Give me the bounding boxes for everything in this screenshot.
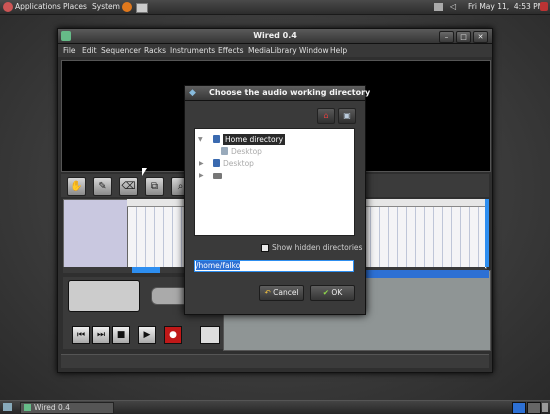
cancel-icon: ↶ — [264, 288, 274, 297]
cancel-button[interactable]: ↶ Cancel — [259, 285, 304, 301]
path-input[interactable]: /home/falko — [194, 260, 354, 272]
tree-item-desktop-child[interactable]: Desktop — [195, 146, 354, 157]
taskbar-app-icon — [24, 404, 31, 411]
play-button[interactable]: ▶ — [138, 326, 156, 344]
menu-instruments[interactable]: Instruments — [170, 46, 215, 55]
mouse-cursor-icon — [142, 168, 147, 176]
menu-window[interactable]: Window — [299, 46, 329, 55]
maximize-button[interactable]: □ — [456, 31, 471, 43]
pencil-tool-icon[interactable]: ✎ — [93, 177, 112, 196]
show-hidden-checkbox[interactable] — [261, 244, 269, 252]
ok-button[interactable]: ✔ OK — [310, 285, 355, 301]
tree-item-label: Desktop — [231, 147, 262, 156]
folder-icon — [213, 159, 220, 167]
track-list[interactable] — [63, 199, 129, 269]
menu-effects[interactable]: Effects — [218, 46, 244, 55]
wired-app-icon: ◆ — [189, 88, 196, 98]
tree-item-label: Home directory — [223, 134, 286, 145]
firefox-launcher-icon[interactable] — [122, 2, 132, 12]
places-menu[interactable]: Places — [63, 2, 87, 11]
dialog-title: Choose the audio working directory — [209, 88, 371, 97]
close-button[interactable]: ✕ — [473, 31, 488, 43]
workspace-switcher-2[interactable] — [527, 402, 541, 414]
taskbar-button-label: Wired 0.4 — [34, 403, 70, 412]
top-panel: Applications Places System ◁ Fri May 11,… — [0, 0, 550, 15]
minimize-button[interactable]: – — [439, 31, 454, 43]
power-icon[interactable] — [540, 2, 548, 11]
show-desktop-icon[interactable] — [3, 403, 12, 411]
home-folder-icon — [213, 135, 220, 143]
directory-tree[interactable]: ▼ Home directory Desktop ▶ Desktop ▶ — [194, 128, 355, 236]
record-button[interactable]: ● — [164, 326, 182, 344]
hand-tool-icon[interactable]: ✋ — [67, 177, 86, 196]
dialog-titlebar[interactable]: ◆ Choose the audio working directory — [185, 86, 370, 101]
bpm-display[interactable] — [68, 280, 140, 312]
menu-sequencer[interactable]: Sequencer — [101, 46, 141, 55]
drive-icon — [213, 173, 222, 179]
network-icon[interactable] — [434, 3, 443, 11]
new-folder-icon[interactable]: ▣ — [338, 108, 356, 124]
menu-edit[interactable]: Edit — [82, 46, 97, 55]
menu-medialibrary[interactable]: MediaLibrary — [248, 46, 297, 55]
system-menu[interactable]: System — [92, 2, 120, 11]
distro-icon[interactable] — [3, 2, 13, 12]
folder-icon — [221, 147, 228, 155]
mail-launcher-icon[interactable] — [136, 3, 148, 13]
menu-racks[interactable]: Racks — [144, 46, 166, 55]
path-input-value: /home/falko — [196, 261, 241, 270]
bottom-panel: Wired 0.4 — [0, 400, 550, 414]
cancel-label: Cancel — [273, 288, 299, 297]
workspace-switcher[interactable] — [512, 402, 526, 414]
applications-menu[interactable]: Applications — [15, 2, 61, 11]
menu-file[interactable]: File — [63, 46, 76, 55]
rewind-button[interactable]: ⏮ — [72, 326, 90, 344]
trash-icon[interactable] — [542, 403, 548, 412]
taskbar-button-wired[interactable]: Wired 0.4 — [20, 402, 114, 414]
vertical-scrollbar[interactable] — [485, 199, 489, 267]
menubar: File Edit Sequencer Racks Instruments Ef… — [58, 44, 492, 57]
horizontal-scroll-thumb[interactable] — [132, 267, 160, 273]
forward-button[interactable]: ⏭ — [92, 326, 110, 344]
expand-arrow-icon[interactable]: ▼ — [198, 134, 206, 145]
ok-label: OK — [331, 288, 343, 297]
menu-help[interactable]: Help — [330, 46, 347, 55]
tree-item-filesystem[interactable]: ▶ — [195, 170, 354, 181]
eraser-tool-icon[interactable]: ⌫ — [119, 177, 138, 196]
collapse-arrow-icon[interactable]: ▶ — [199, 170, 207, 181]
stop-button[interactable]: ■ — [112, 326, 130, 344]
tree-item-desktop[interactable]: ▶ Desktop — [195, 158, 354, 169]
tree-item-label: Desktop — [223, 159, 254, 168]
choose-directory-dialog: ◆ Choose the audio working directory ⌂ ▣… — [184, 85, 370, 315]
tree-item-home[interactable]: ▼ Home directory — [195, 134, 354, 145]
status-bar — [61, 354, 489, 368]
window-title: Wired 0.4 — [253, 31, 297, 40]
volume-icon[interactable]: ◁ — [450, 2, 459, 11]
split-tool-icon[interactable]: ⧉ — [145, 177, 164, 196]
loop-toggle[interactable] — [200, 326, 220, 344]
main-titlebar[interactable]: Wired 0.4 – □ ✕ — [58, 29, 492, 44]
clock[interactable]: Fri May 11, 4:53 PM — [468, 2, 544, 11]
collapse-arrow-icon[interactable]: ▶ — [199, 158, 207, 169]
home-icon[interactable]: ⌂ — [317, 108, 335, 124]
show-hidden-label[interactable]: Show hidden directories — [272, 243, 362, 252]
